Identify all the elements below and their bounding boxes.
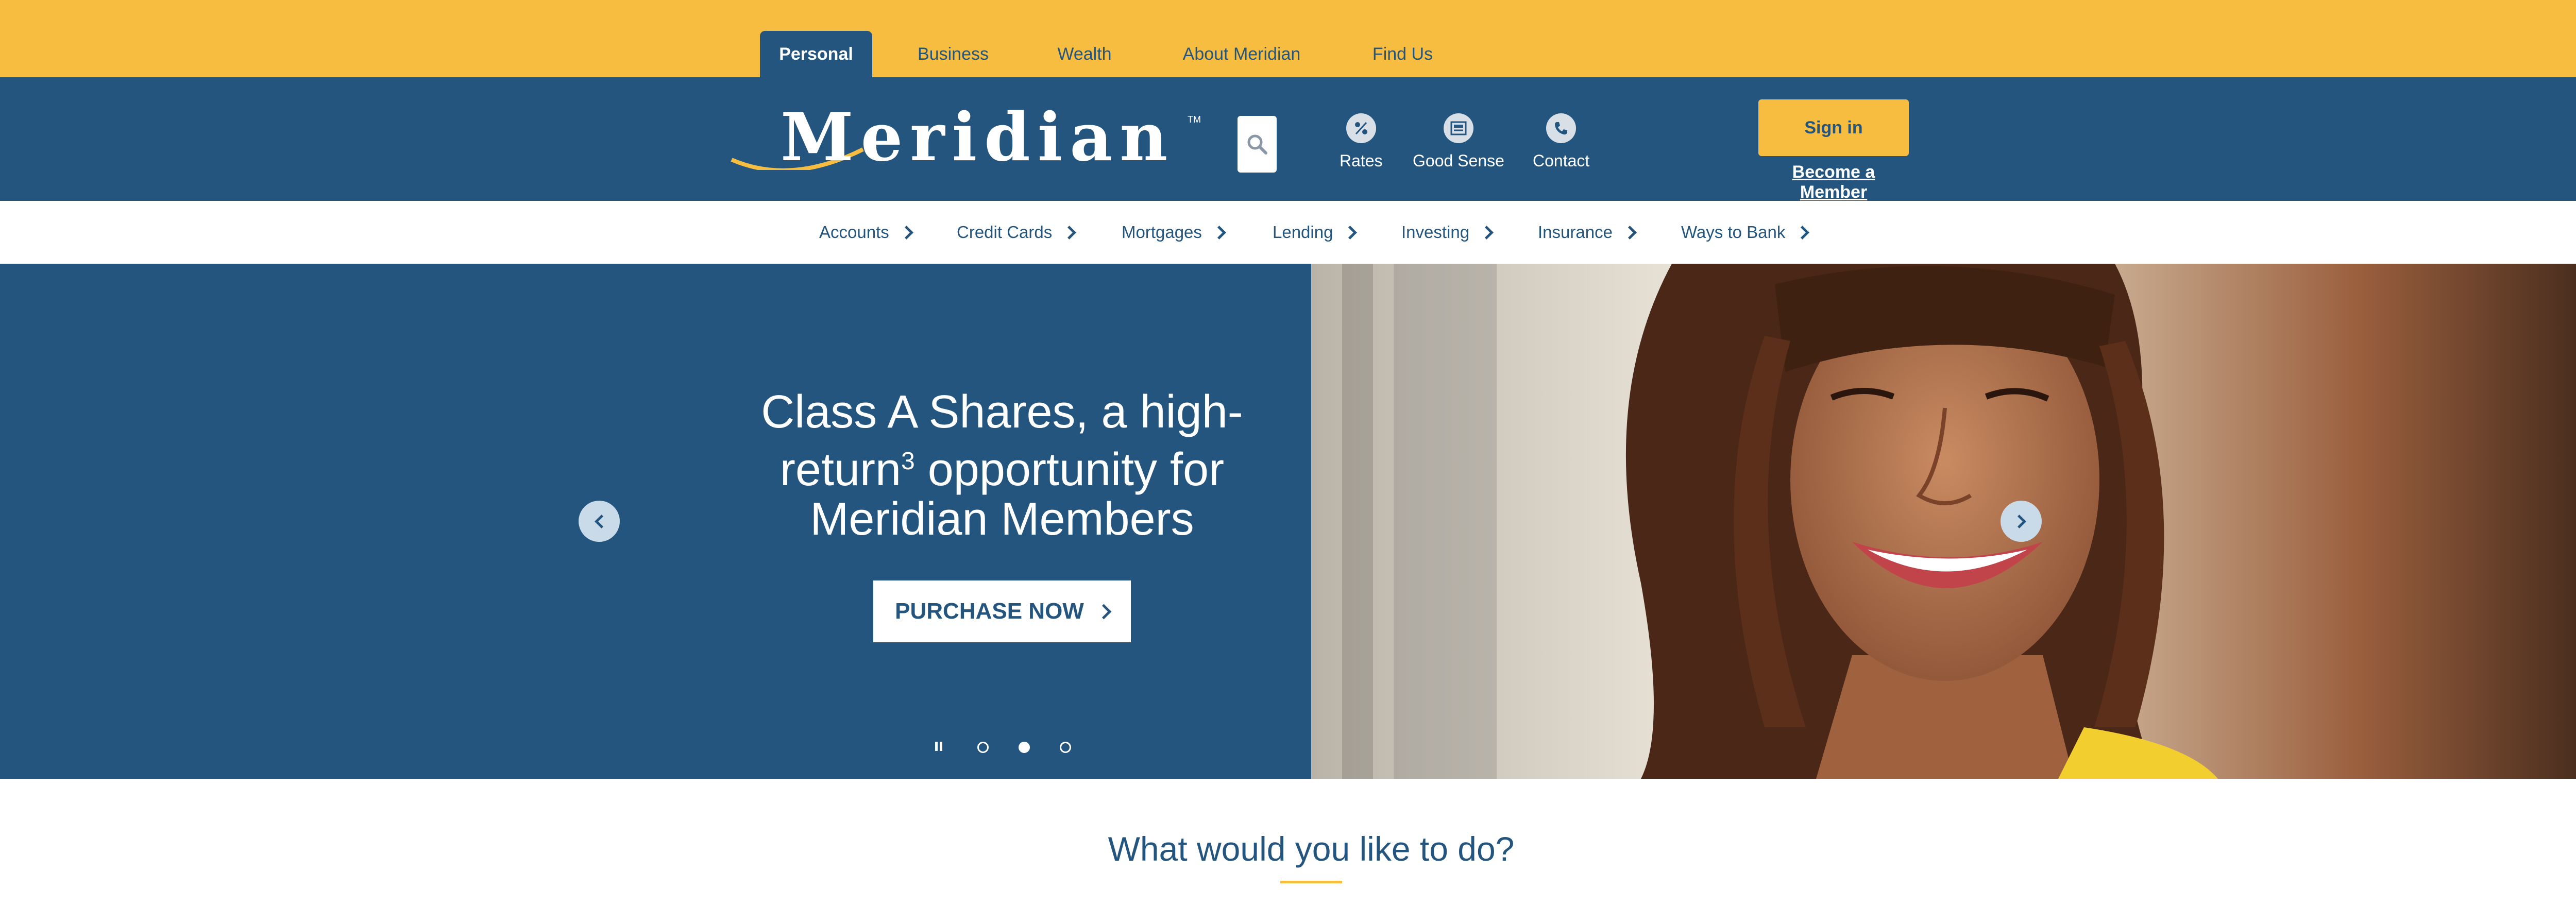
newspaper-icon — [1443, 113, 1473, 143]
nav-lending-label: Lending — [1273, 223, 1333, 242]
contact-link[interactable]: Contact — [1533, 113, 1589, 170]
nav-investing[interactable]: Investing — [1401, 201, 1494, 264]
hero-title-line-1: Class A Shares, a high- — [761, 386, 1243, 438]
chevron-left-icon — [594, 514, 608, 528]
chevron-right-icon — [1062, 225, 1077, 240]
chevron-right-icon — [1623, 225, 1637, 240]
logo-trademark: TM — [1188, 114, 1201, 125]
phone-icon — [1546, 113, 1577, 143]
footnote-superscript[interactable]: 3 — [901, 448, 915, 475]
meridian-logo[interactable]: Meridian TM — [729, 104, 1211, 171]
woman-smiling-photo — [1311, 264, 2576, 779]
carousel-dot-2[interactable] — [1019, 742, 1030, 753]
chevron-right-icon — [1480, 225, 1494, 240]
nav-insurance[interactable]: Insurance — [1538, 201, 1637, 264]
nav-mortgages[interactable]: Mortgages — [1122, 201, 1226, 264]
nav-credit-cards-label: Credit Cards — [957, 223, 1053, 242]
logo-wordmark: Meridian — [781, 99, 1175, 176]
search-button[interactable] — [1238, 116, 1277, 173]
top-tab-bar: Personal Business Wealth About Meridian … — [0, 0, 2576, 77]
tab-business[interactable]: Business — [896, 31, 1010, 77]
purchase-now-button[interactable]: PURCHASE NOW — [873, 580, 1131, 642]
hero-title-word: return — [779, 444, 902, 495]
carousel-dot-1[interactable] — [977, 742, 989, 753]
section-title: What would you like to do? — [1108, 830, 1515, 868]
page: Personal Business Wealth About Meridian … — [0, 0, 2576, 923]
hero-title-rest: opportunity for — [914, 444, 1225, 495]
purchase-now-label: PURCHASE NOW — [895, 599, 1084, 624]
nav-ways-to-bank-label: Ways to Bank — [1681, 223, 1786, 242]
tab-find-us[interactable]: Find Us — [1347, 31, 1458, 77]
percent-icon — [1346, 113, 1376, 143]
pause-icon[interactable] — [935, 742, 942, 751]
chevron-right-icon — [1096, 604, 1112, 619]
hero-carousel: Class A Shares, a high- return3 opportun… — [0, 264, 2576, 779]
search-icon — [1247, 134, 1267, 155]
nav-credit-cards[interactable]: Credit Cards — [957, 201, 1077, 264]
rates-label: Rates — [1340, 151, 1383, 170]
chevron-right-icon — [899, 225, 913, 240]
nav-ways-to-bank[interactable]: Ways to Bank — [1681, 201, 1810, 264]
nav-lending[interactable]: Lending — [1273, 201, 1358, 264]
hero-image — [1311, 264, 2576, 779]
product-nav: Accounts Credit Cards Mortgages Lending … — [0, 201, 2576, 264]
tab-personal[interactable]: Personal — [760, 31, 872, 77]
nav-insurance-label: Insurance — [1538, 223, 1613, 242]
chevron-right-icon — [1795, 225, 1810, 240]
tab-wealth[interactable]: Wealth — [1036, 31, 1133, 77]
become-member-link[interactable]: Become a Member — [1758, 162, 1909, 202]
chevron-right-icon — [1212, 225, 1226, 240]
hero-title: Class A Shares, a high- return3 opportun… — [706, 387, 1298, 544]
good-sense-label: Good Sense — [1413, 151, 1504, 170]
nav-accounts[interactable]: Accounts — [819, 201, 913, 264]
tab-about-meridian[interactable]: About Meridian — [1164, 31, 1319, 77]
chevron-right-icon — [2012, 514, 2026, 528]
contact-label: Contact — [1533, 151, 1590, 170]
carousel-prev-button[interactable] — [579, 501, 620, 542]
carousel-next-button[interactable] — [2001, 501, 2042, 542]
sign-in-button[interactable]: Sign in — [1758, 99, 1909, 156]
chevron-right-icon — [1343, 225, 1358, 240]
hero-title-line-3: Meridian Members — [810, 493, 1194, 545]
site-header: Meridian TM Rates Good Sense Contact Sig… — [0, 77, 2576, 202]
nav-investing-label: Investing — [1401, 223, 1470, 242]
good-sense-link[interactable]: Good Sense — [1413, 113, 1504, 170]
rates-link[interactable]: Rates — [1340, 113, 1383, 170]
section-title-underline — [1280, 881, 1342, 883]
nav-mortgages-label: Mortgages — [1122, 223, 1202, 242]
nav-accounts-label: Accounts — [819, 223, 889, 242]
carousel-dot-3[interactable] — [1060, 742, 1071, 753]
hero-title-line-2: return3 opportunity for — [706, 437, 1298, 494]
